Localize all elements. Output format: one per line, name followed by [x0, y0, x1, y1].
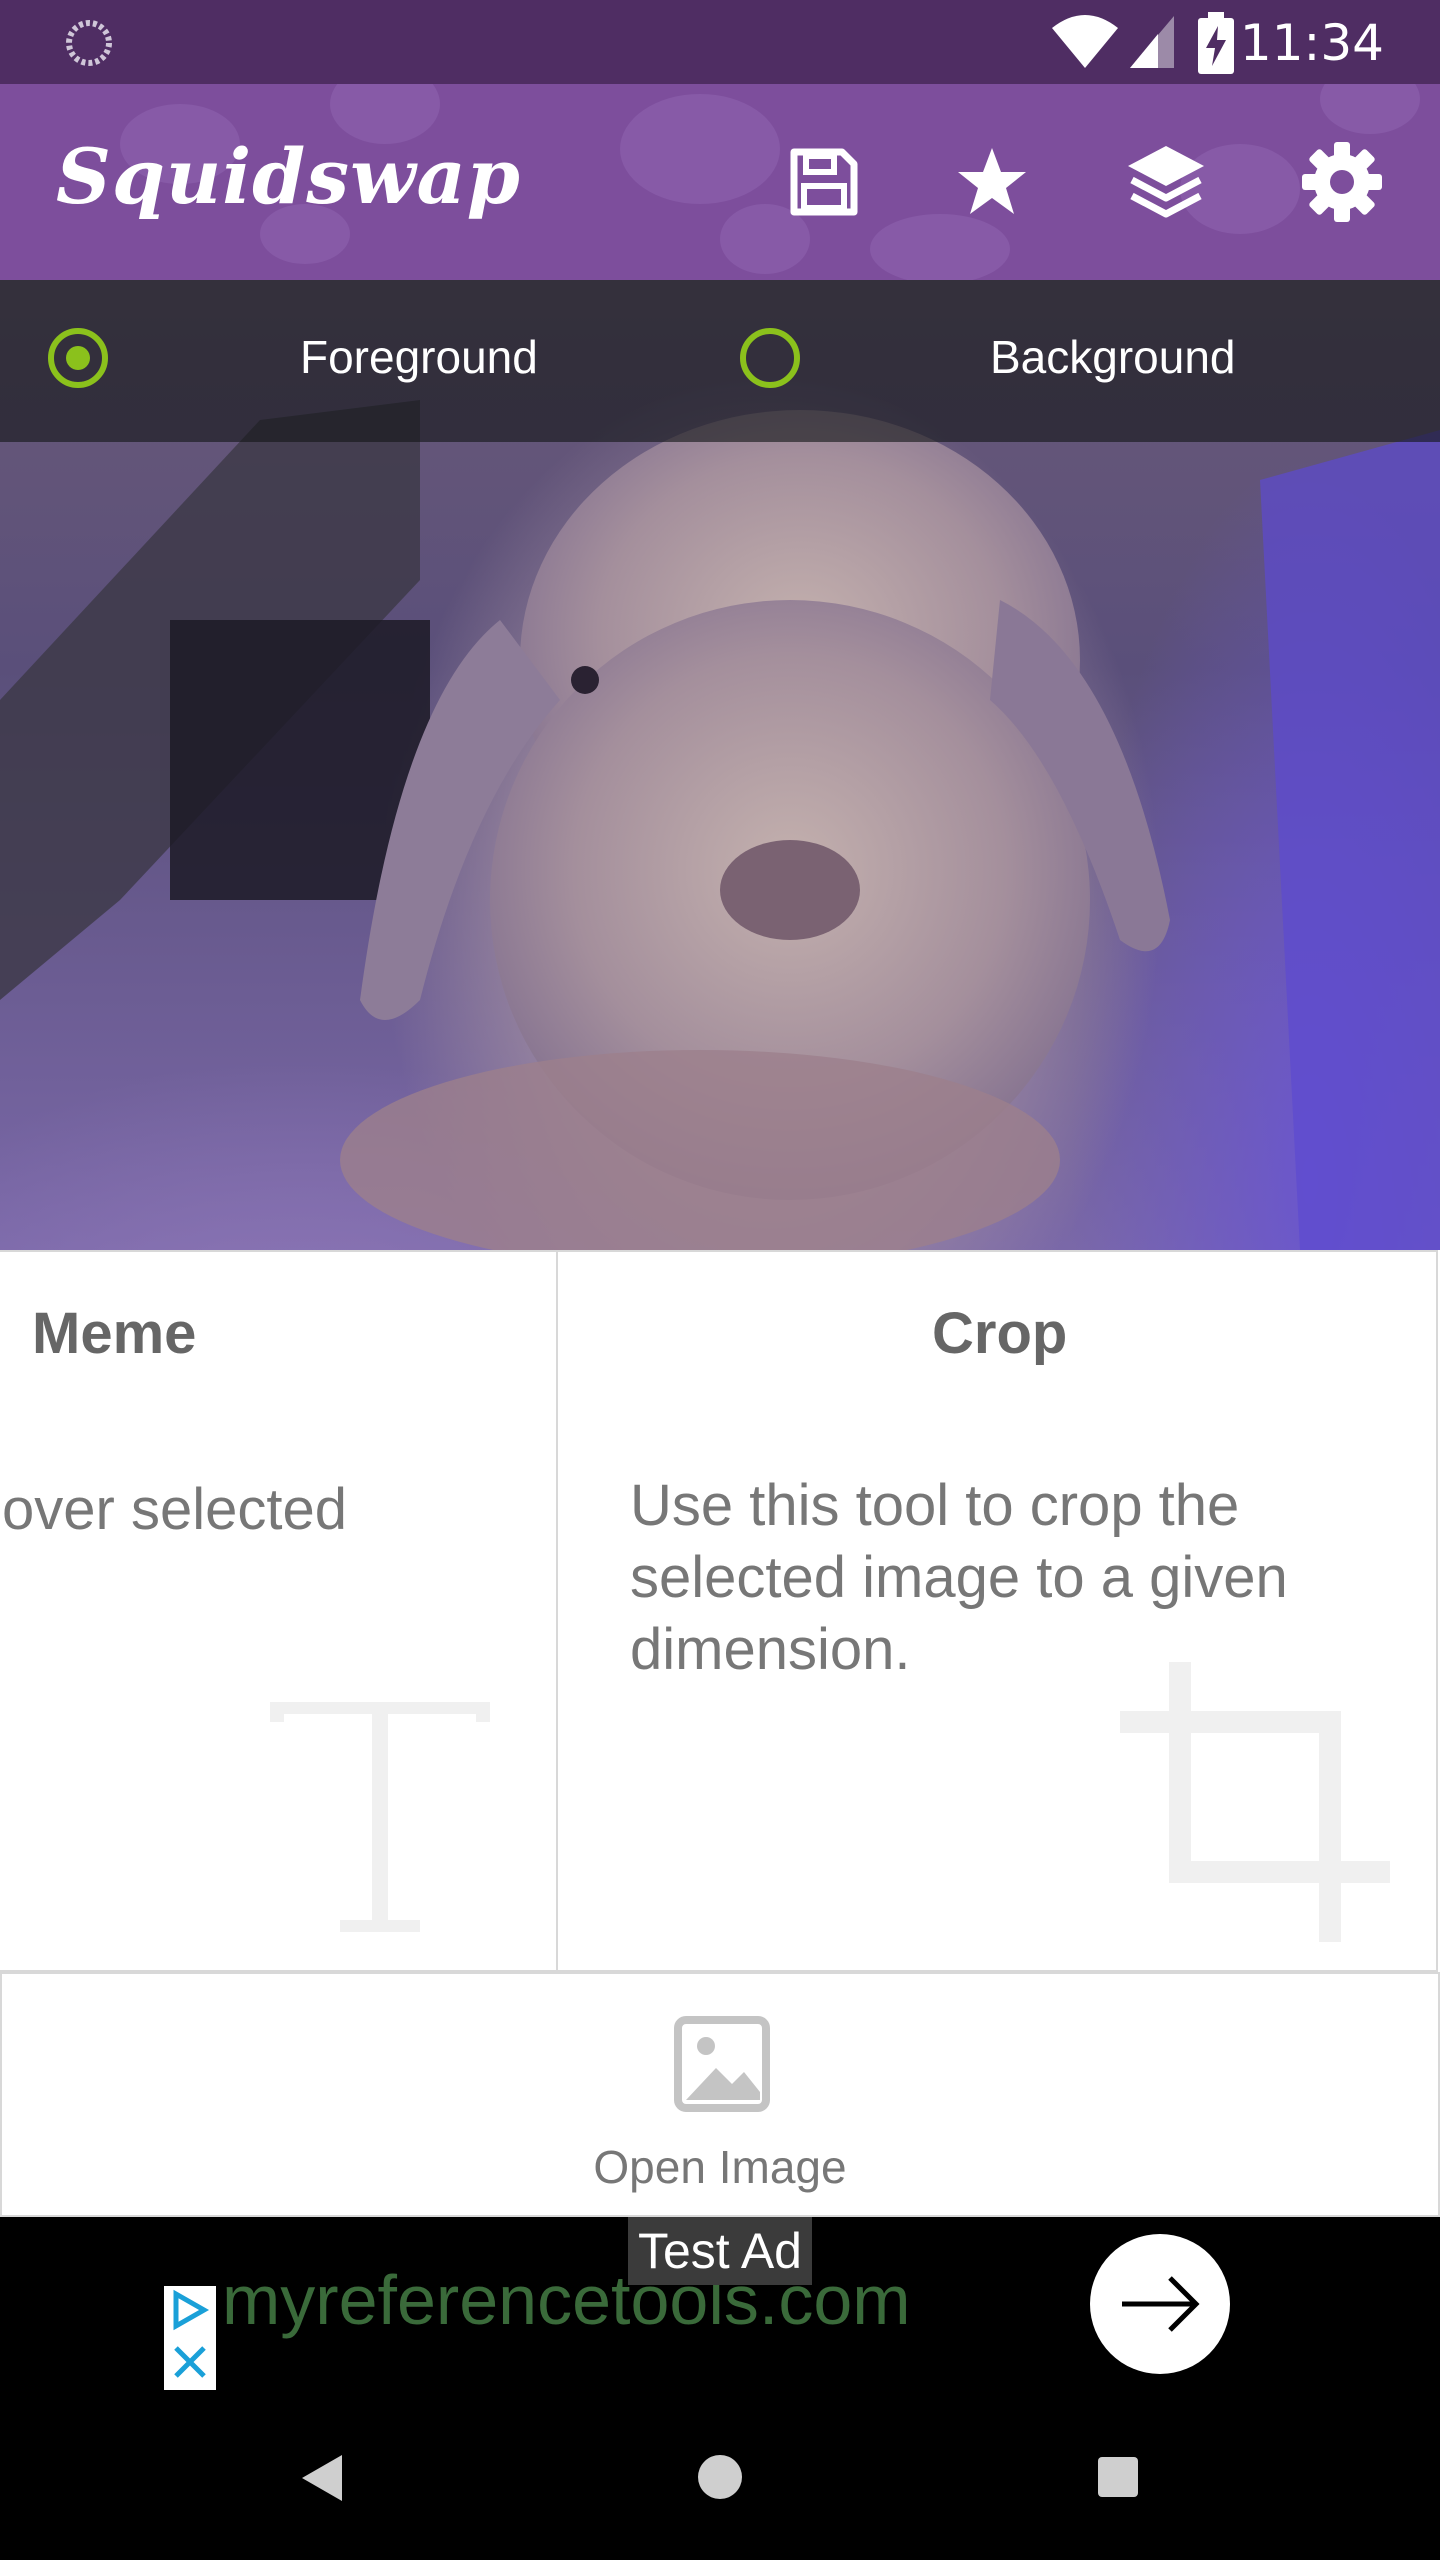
save-icon	[790, 148, 858, 216]
layers-button[interactable]	[1120, 136, 1212, 228]
ad-open-button[interactable]	[1090, 2234, 1230, 2374]
signal-icon	[1130, 16, 1174, 68]
crop-title: Crop	[932, 1301, 1068, 1366]
crop-icon	[1120, 1662, 1390, 1942]
open-image-label[interactable]: Open Image	[0, 2140, 1440, 2194]
favorite-button[interactable]	[946, 136, 1038, 228]
tool-carousel: Meme over selected Crop Use this tool to…	[0, 1250, 1440, 1974]
radio-selected-dot	[66, 346, 90, 370]
background-radio[interactable]	[740, 328, 800, 388]
test-ad-badge: Test Ad	[628, 2217, 812, 2285]
sync-icon	[66, 20, 112, 66]
home-icon[interactable]	[696, 2453, 744, 2501]
battery-charging-icon	[1198, 12, 1234, 74]
text-icon	[270, 1702, 490, 1932]
image-icon	[674, 2016, 770, 2112]
meme-description: over selected	[2, 1477, 347, 1542]
wifi-icon	[1052, 15, 1118, 68]
save-button[interactable]	[778, 136, 870, 228]
recents-icon[interactable]	[1096, 2455, 1140, 2499]
status-bar: 11:34	[0, 0, 1440, 84]
settings-icon	[1302, 142, 1382, 222]
ad-choices[interactable]	[164, 2286, 216, 2390]
crop-description: Use this tool to crop the selected image…	[630, 1473, 1288, 1682]
foreground-label[interactable]: Foreground	[300, 330, 538, 384]
adchoices-icon	[173, 2289, 210, 2378]
background-label[interactable]: Background	[990, 330, 1236, 384]
meme-card[interactable]: Meme over selected	[0, 1250, 558, 1972]
arrow-right-icon	[1122, 2276, 1200, 2332]
meme-title: Meme	[32, 1301, 197, 1366]
layer-selector: Foreground Background	[0, 280, 1440, 442]
foreground-radio[interactable]	[48, 328, 108, 388]
system-nav-bar	[0, 2395, 1440, 2560]
app-bar: Squidswap	[0, 84, 1440, 280]
settings-button[interactable]	[1296, 136, 1388, 228]
layers-icon	[1128, 146, 1204, 218]
status-time: 11:34	[1239, 14, 1384, 72]
star-icon	[958, 148, 1026, 214]
crop-card[interactable]: Crop Use this tool to crop the selected …	[556, 1250, 1438, 1972]
app-title: Squidswap	[56, 132, 521, 221]
back-icon[interactable]	[300, 2453, 344, 2503]
